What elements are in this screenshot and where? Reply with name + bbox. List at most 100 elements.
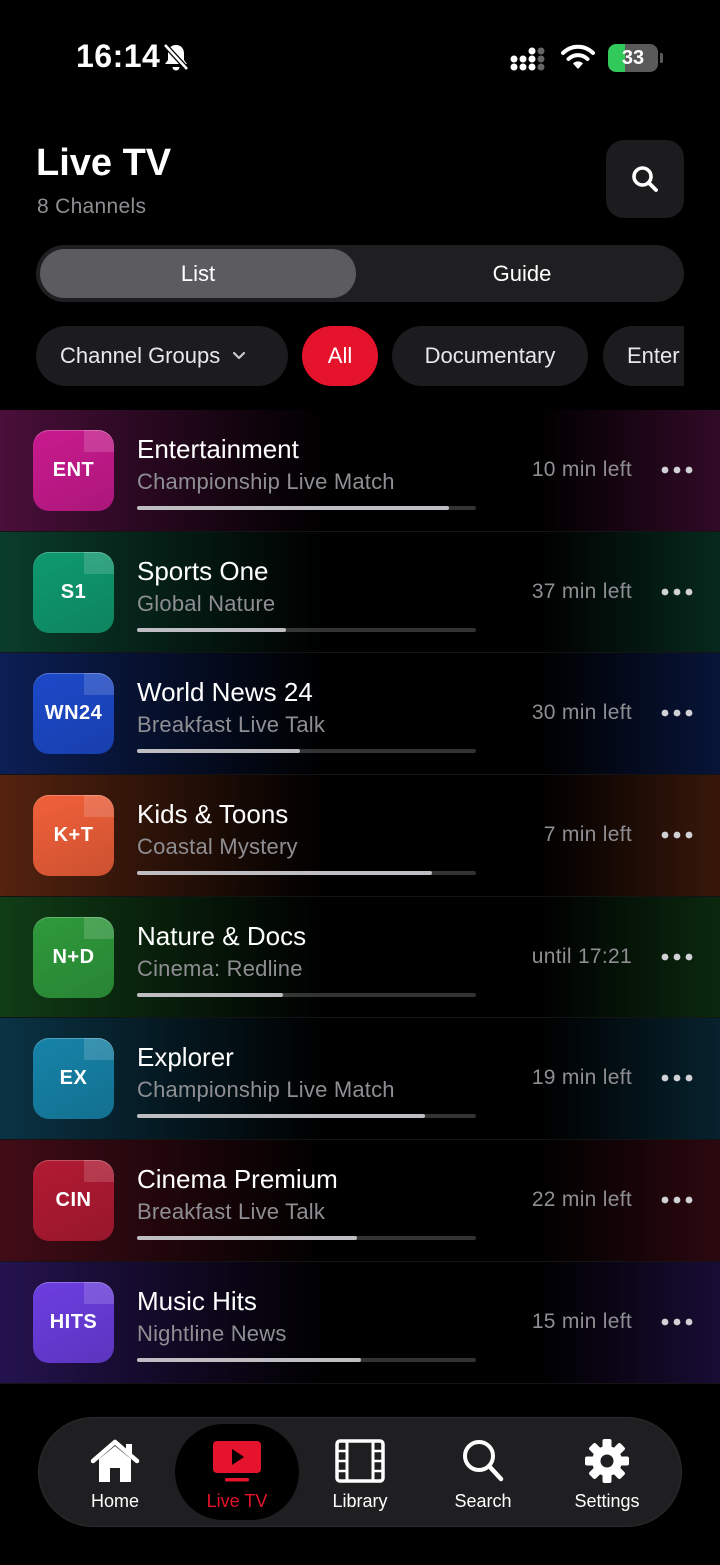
filter-documentary-chip[interactable]: Documentary xyxy=(392,326,588,386)
settings-icon xyxy=(585,1439,629,1483)
program-title: Breakfast Live Talk xyxy=(137,712,326,738)
program-title: Nightline News xyxy=(137,1320,287,1346)
program-title: Championship Live Match xyxy=(137,1077,395,1103)
channel-name: World News 24 xyxy=(137,677,313,708)
channel-row[interactable]: S1 Sports One Global Nature 37 min left xyxy=(0,531,720,654)
progress-bar xyxy=(137,749,476,754)
channel-name: Music Hits xyxy=(137,1285,257,1316)
more-options-icon[interactable] xyxy=(661,1074,693,1082)
progress-bar xyxy=(137,1236,476,1241)
time-remaining: 19 min left xyxy=(531,1066,632,1090)
battery-icon: 33 xyxy=(608,44,663,72)
chevron-down-icon xyxy=(233,351,246,360)
progress-bar xyxy=(137,627,476,632)
progress-fill xyxy=(137,506,449,510)
search-icon xyxy=(463,1440,504,1482)
filter-all-chip[interactable]: All xyxy=(302,326,378,386)
progress-bar xyxy=(137,992,476,997)
live-tv-icon xyxy=(213,1441,261,1482)
status-bar: 16:14 33 xyxy=(0,0,720,110)
channel-row[interactable]: K+T Kids & Toons Coastal Mystery 7 min left xyxy=(0,775,720,897)
signal-icon xyxy=(510,47,545,71)
channel-row[interactable]: N+D Nature & Docs Cinema: Redline until 17:… xyxy=(0,896,720,1019)
channel-logo: WN24 xyxy=(33,673,114,755)
channel-row[interactable]: EX Explorer Championship Live Match 19 min … xyxy=(0,1018,720,1141)
progress-fill xyxy=(137,627,287,632)
view-toggle: List Guide xyxy=(36,245,684,302)
more-options-icon[interactable] xyxy=(661,1318,693,1326)
progress-bar xyxy=(137,1114,476,1119)
channel-row[interactable]: HITS Music Hits Nightline News 15 min left xyxy=(0,1261,720,1384)
tab-search[interactable]: Search xyxy=(421,1424,545,1520)
tab-settings[interactable]: Settings xyxy=(545,1424,669,1520)
status-time: 16:14 xyxy=(76,38,161,74)
channel-groups-label: Channel Groups xyxy=(60,343,221,368)
more-options-icon[interactable] xyxy=(661,588,693,596)
channel-row[interactable]: WN24 World News 24 Breakfast Live Talk 30 m… xyxy=(0,653,720,776)
channel-logo: HITS xyxy=(33,1281,114,1363)
more-options-icon[interactable] xyxy=(661,466,693,474)
tab-settings-label: Settings xyxy=(574,1491,640,1511)
search-button[interactable] xyxy=(606,140,684,218)
progress-fill xyxy=(137,1357,361,1362)
channel-name: Entertainment xyxy=(137,434,299,464)
tab-library-label: Library xyxy=(332,1491,388,1511)
tab-live-tv[interactable]: Live TV xyxy=(175,1424,299,1520)
channel-logo: N+D xyxy=(33,916,114,998)
progress-bar xyxy=(137,1357,476,1362)
channel-name: Sports One xyxy=(137,555,269,586)
home-icon xyxy=(90,1439,140,1482)
progress-bar xyxy=(137,506,476,510)
channel-row[interactable]: ENT Entertainment Championship Live Match 1… xyxy=(0,410,720,532)
silent-bell-icon xyxy=(163,43,189,71)
more-options-icon[interactable] xyxy=(661,1196,693,1204)
channel-logo: K+T xyxy=(33,795,114,877)
progress-fill xyxy=(137,992,283,997)
progress-bar xyxy=(137,871,476,876)
progress-fill xyxy=(137,871,432,876)
program-title: Championship Live Match xyxy=(137,469,395,494)
more-options-icon[interactable] xyxy=(661,831,693,839)
time-remaining: 10 min left xyxy=(531,458,632,481)
time-remaining: until 17:21 xyxy=(531,944,632,968)
filter-chips: Channel Groups All Documentary Enter xyxy=(36,326,684,386)
battery-level: 33 xyxy=(621,47,645,69)
channel-count: 8 Channels xyxy=(37,195,147,218)
library-icon xyxy=(335,1439,385,1483)
tab-bar: Home Live TV Library Search Settings xyxy=(38,1417,682,1527)
time-remaining: 37 min left xyxy=(531,579,632,603)
channel-logo: CIN xyxy=(33,1160,114,1242)
tab-search-label: Search xyxy=(454,1491,512,1511)
search-icon xyxy=(632,166,658,192)
program-title: Cinema: Redline xyxy=(137,955,303,981)
program-title: Breakfast Live Talk xyxy=(137,1199,326,1225)
time-remaining: 7 min left xyxy=(543,823,632,847)
channel-name: Kids & Toons xyxy=(137,799,289,830)
filter-entertainment-chip[interactable]: Enter xyxy=(603,326,684,386)
more-options-icon[interactable] xyxy=(661,953,693,961)
program-title: Coastal Mystery xyxy=(137,834,298,860)
channel-name: Nature & Docs xyxy=(137,920,307,951)
time-remaining: 22 min left xyxy=(531,1188,632,1212)
time-remaining: 15 min left xyxy=(531,1309,632,1333)
channel-logo: S1 xyxy=(33,551,114,633)
progress-fill xyxy=(137,1114,426,1119)
progress-fill xyxy=(137,749,300,754)
channel-list: ENT Entertainment Championship Live Match 1… xyxy=(0,410,720,1384)
tab-home-label: Home xyxy=(90,1491,139,1511)
list-view-button[interactable]: List xyxy=(40,249,356,298)
channel-logo: ENT xyxy=(33,430,114,511)
tab-home[interactable]: Home xyxy=(53,1424,177,1520)
tab-live-tv-label: Live TV xyxy=(206,1491,268,1511)
time-remaining: 30 min left xyxy=(531,701,632,725)
channel-groups-dropdown[interactable]: Channel Groups xyxy=(36,326,288,386)
wifi-icon xyxy=(561,44,595,69)
channel-row[interactable]: CIN Cinema Premium Breakfast Live Talk 22 m… xyxy=(0,1140,720,1262)
channel-name: Cinema Premium xyxy=(137,1164,338,1195)
page-title: Live TV xyxy=(36,142,172,184)
guide-view-button[interactable]: Guide xyxy=(364,249,680,298)
progress-fill xyxy=(137,1236,358,1241)
more-options-icon[interactable] xyxy=(661,709,693,717)
program-title: Global Nature xyxy=(137,590,276,616)
tab-library[interactable]: Library xyxy=(298,1424,422,1520)
